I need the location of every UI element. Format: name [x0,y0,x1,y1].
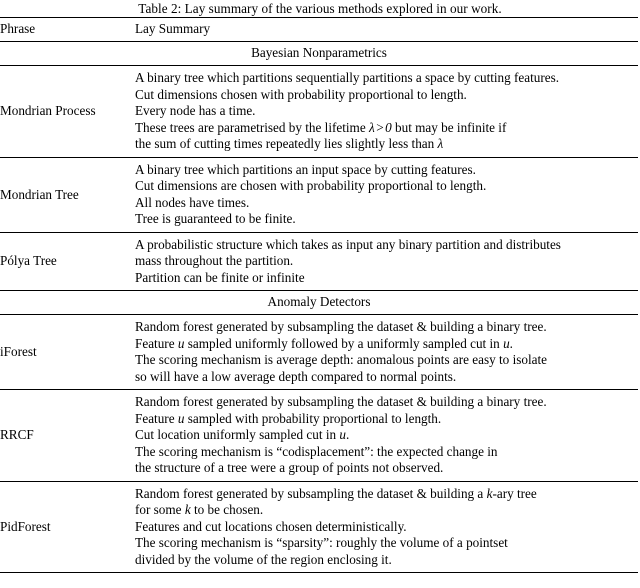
row-phrase-pidforest: PidForest [0,518,51,534]
table-page: Table 2: Lay summary of the various meth… [0,0,640,588]
row-summary-rrcf: Random forest generated by subsampling t… [134,390,638,481]
table-body: Phrase Lay Summary Bayesian Nonparametri… [0,17,638,573]
row-summary-polya-tree: A probabilistic structure which takes as… [134,233,638,291]
summary-line: The scoring mechanism is average depth: … [135,352,547,367]
summary-line: divided by the volume of the region encl… [135,551,392,567]
row-phrase-mondrian-process: Mondrian Process [0,103,96,119]
table-row: Mondrian Tree A binary tree which partit… [0,158,638,233]
lay-summary-table: Phrase Lay Summary Bayesian Nonparametri… [0,17,638,573]
table-row: RRCF Random forest generated by subsampl… [0,390,638,481]
summary-line: Features and cut locations chosen determ… [135,518,407,534]
summary-line: so will have a low average depth compare… [135,368,457,384]
row-phrase-polya-tree: Pólya Tree [0,253,57,269]
summary-line: Random forest generated by subsampling t… [135,394,547,409]
row-phrase-mondrian-tree: Mondrian Tree [0,186,79,202]
row-phrase-rrcf: RRCF [0,427,34,443]
summary-line: for some k to be chosen. [135,502,264,517]
summary-line: A probabilistic structure which takes as… [135,236,561,252]
row-summary-iforest: Random forest generated by subsampling t… [134,315,638,390]
section-header-row-bayesian: Bayesian Nonparametrics [0,42,638,66]
row-phrase-iforest: iForest [0,344,37,359]
section-title-anomaly: Anomaly Detectors [267,294,371,309]
table-header-row: Phrase Lay Summary [0,18,638,42]
rule-bottom [0,572,638,573]
table-caption: Table 2: Lay summary of the various meth… [138,1,502,16]
row-summary-mondrian-process: A binary tree which partitions sequentia… [134,66,638,157]
row-summary-pidforest: Random forest generated by subsampling t… [134,482,638,573]
summary-line: All nodes have times. [135,194,250,210]
summary-line: Feature u sampled with probability propo… [135,410,442,426]
summary-line: Tree is guaranteed to be finite. [135,211,296,226]
summary-line: The scoring mechanism is “codisplacement… [135,443,498,459]
column-header-summary: Lay Summary [135,21,211,36]
summary-line: Feature u sampled uniformly followed by … [135,335,513,351]
row-summary-mondrian-tree: A binary tree which partitions an input … [134,158,638,233]
summary-line: Cut location uniformly sampled cut in u. [135,427,350,442]
summary-line: the structure of a tree were a group of … [135,460,444,475]
summary-line: A binary tree which partitions sequentia… [135,70,560,85]
section-header-row-anomaly: Anomaly Detectors [0,291,638,315]
column-header-phrase: Phrase [0,21,36,36]
section-title-bayesian: Bayesian Nonparametrics [251,45,387,60]
summary-line: Cut dimensions are chosen with probabili… [135,178,487,193]
table-row: PidForest Random forest generated by sub… [0,482,638,573]
summary-line: Random forest generated by subsampling t… [135,485,537,501]
summary-line: the sum of cutting times repeatedly lies… [135,136,444,151]
summary-line: mass throughout the partition. [135,253,294,268]
summary-line: The scoring mechanism is “sparsity”: rou… [135,535,508,550]
summary-line: These trees are parametrised by the life… [135,119,507,135]
table-row: Pólya Tree A probabilistic structure whi… [0,233,638,291]
summary-line: Every node has a time. [135,103,256,118]
table-row: iForest Random forest generated by subsa… [0,315,638,390]
summary-line: Partition can be finite or infinite [135,269,305,285]
summary-line: Cut dimensions chosen with probability p… [135,86,467,102]
table-row: Mondrian Process A binary tree which par… [0,66,638,157]
summary-line: A binary tree which partitions an input … [135,161,476,177]
summary-line: Random forest generated by subsampling t… [135,319,547,334]
